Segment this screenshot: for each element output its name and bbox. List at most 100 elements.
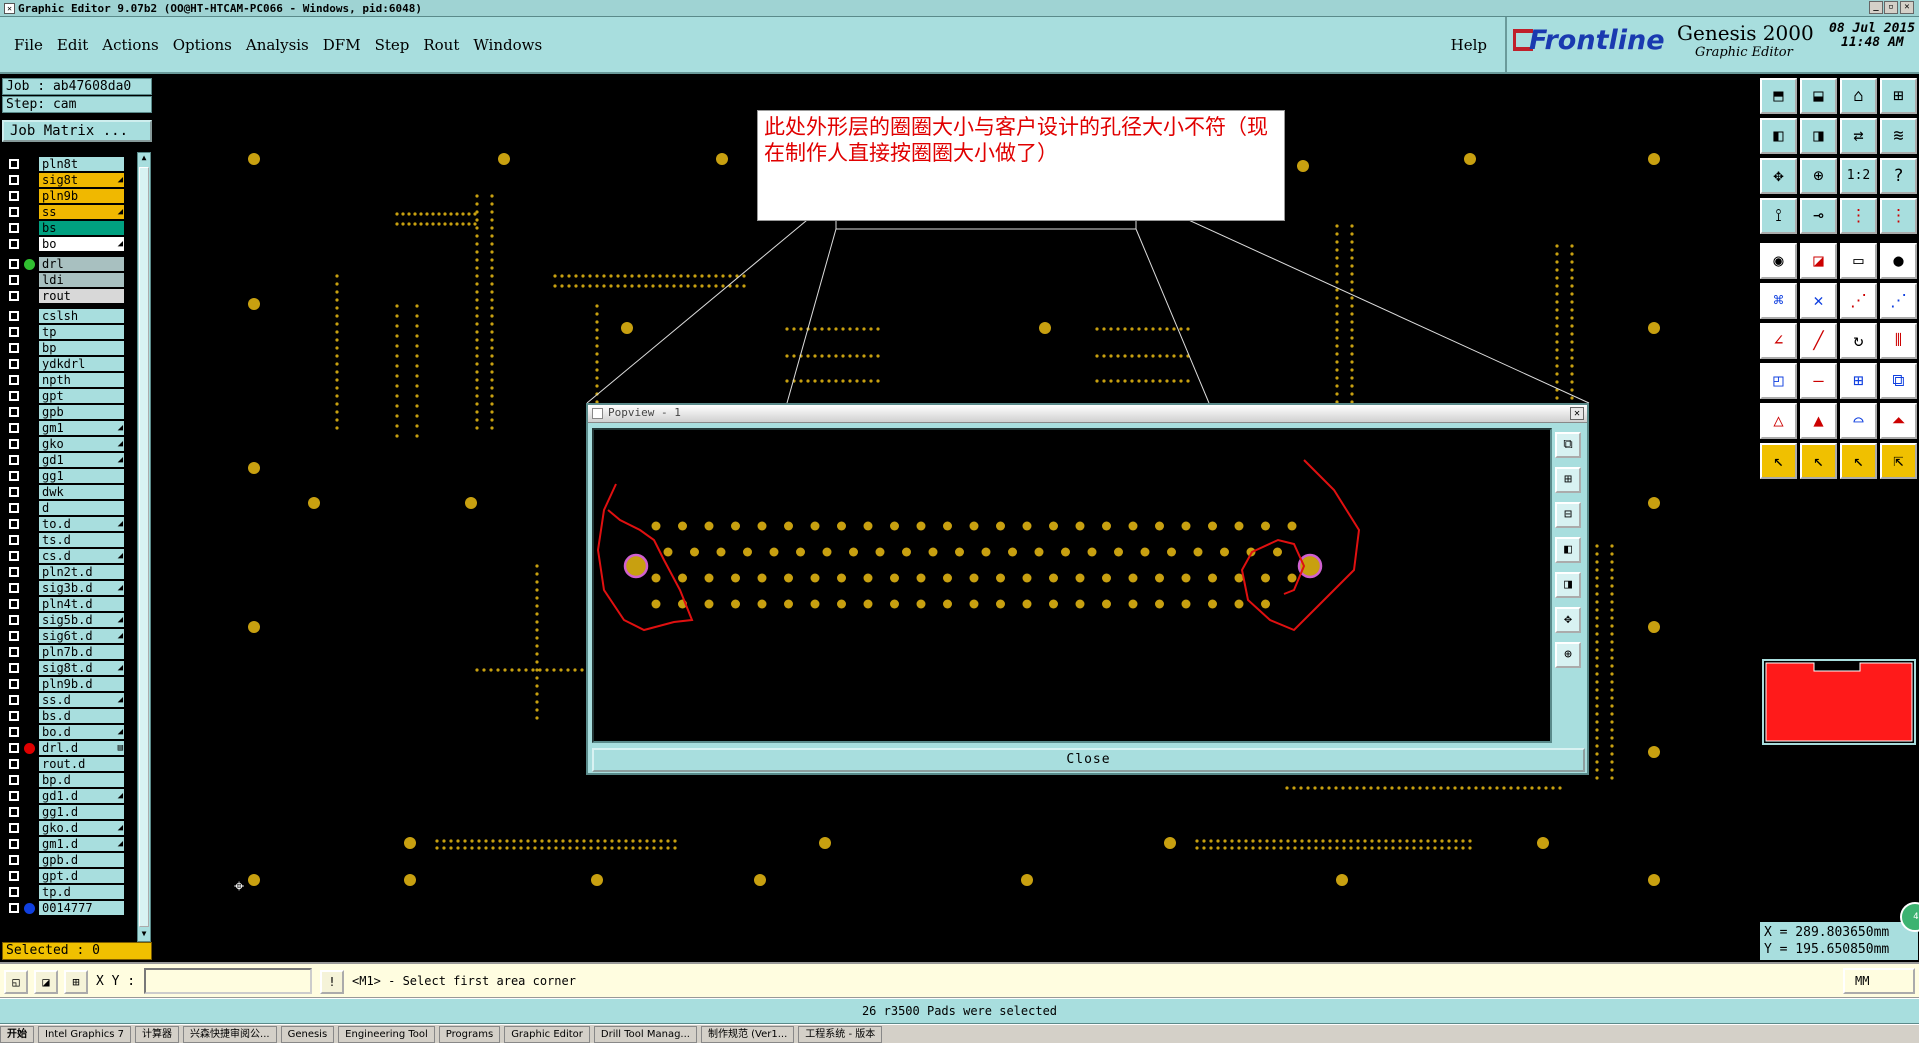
layer-name[interactable]: pln2t.d [39, 565, 124, 579]
layer-checkbox[interactable] [9, 503, 19, 513]
zoom-extent-icon[interactable]: ✥ [1760, 158, 1797, 194]
layer-row[interactable]: 0014777 [2, 900, 135, 916]
layer-row[interactable]: pln9b [2, 188, 135, 204]
measure-icon[interactable]: ⟟ [1760, 198, 1797, 234]
home-icon[interactable]: ⌂ [1840, 78, 1877, 114]
layer-name[interactable]: sig8t.d ◢ [39, 661, 124, 675]
layer-checkbox[interactable] [9, 727, 19, 737]
layer-name[interactable]: sig6t.d ◢ [39, 629, 124, 643]
layer-name[interactable]: pln9b.d [39, 677, 124, 691]
layer-name[interactable]: gpb [39, 405, 124, 419]
taskbar-item[interactable]: 工程系统 - 版本 [798, 1025, 883, 1043]
minus-icon[interactable]: — [1800, 363, 1837, 399]
layer-checkbox[interactable] [9, 711, 19, 721]
layer-checkbox[interactable] [9, 259, 19, 269]
layer-name[interactable]: 0014777 [39, 901, 124, 915]
layer-name[interactable]: d [39, 501, 124, 515]
display-icon[interactable]: ⬒ [1760, 78, 1797, 114]
start-button[interactable]: 开始 [0, 1025, 34, 1043]
layer-row[interactable]: tp [2, 324, 135, 340]
measure-mode-icon[interactable]: ◪ [34, 970, 58, 994]
close-window-icon[interactable]: ✕ [1900, 1, 1914, 14]
layer-name[interactable]: sig5b.d ◢ [39, 613, 124, 627]
layer-name[interactable]: drl [39, 257, 124, 271]
layer-name[interactable]: bo.d ◢ [39, 725, 124, 739]
layer-row[interactable]: gko.d ◢ [2, 820, 135, 836]
layer-name[interactable]: rout [39, 289, 124, 303]
layer-checkbox[interactable] [9, 775, 19, 785]
layer-checkbox[interactable] [9, 647, 19, 657]
measure-bar-icon[interactable]: ▭ [1840, 243, 1877, 279]
rotate-icon[interactable]: ↻ [1840, 323, 1877, 359]
layer-row[interactable]: gd1 ◢ [2, 452, 135, 468]
layer-checkbox[interactable] [9, 487, 19, 497]
pad-tool-icon[interactable]: ◉ [1760, 243, 1797, 279]
layer-name[interactable]: npth [39, 373, 124, 387]
layer-name[interactable]: bs.d [39, 709, 124, 723]
pan-icon[interactable]: ✥ [1555, 607, 1581, 633]
units-selector[interactable]: MM [1843, 968, 1915, 994]
mirror-icon[interactable]: ⫴ [1880, 323, 1917, 359]
layer-row[interactable]: gko ◢ [2, 436, 135, 452]
layer-checkbox[interactable] [9, 311, 19, 321]
layer-row[interactable]: sig8t ◢ [2, 172, 135, 188]
layer-checkbox[interactable] [9, 855, 19, 865]
layer-stack-icon[interactable]: ⋮ [1880, 198, 1917, 234]
layer-row[interactable]: tp.d [2, 884, 135, 900]
select-mode-icon[interactable]: ◱ [4, 970, 28, 994]
layer-name[interactable]: gpt.d [39, 869, 124, 883]
pointer-edit-icon[interactable]: ↖ [1840, 443, 1877, 479]
arc-icon[interactable]: ⌓ [1840, 403, 1877, 439]
layer-checkbox[interactable] [9, 407, 19, 417]
menu-edit[interactable]: Edit [57, 36, 88, 54]
layer-row[interactable]: pln4t.d [2, 596, 135, 612]
layer-name[interactable]: tp.d [39, 885, 124, 899]
layer-checkbox[interactable] [9, 375, 19, 385]
layer-row[interactable]: gpb [2, 404, 135, 420]
layer-checkbox[interactable] [9, 391, 19, 401]
layer-row[interactable]: pln7b.d [2, 644, 135, 660]
layer-checkbox[interactable] [9, 807, 19, 817]
grid-view-icon[interactable]: ⊞ [1880, 78, 1917, 114]
layer-name[interactable]: gg1 [39, 469, 124, 483]
layer-row[interactable]: gpb.d [2, 852, 135, 868]
pointer-move-icon[interactable]: ⇱ [1880, 443, 1917, 479]
layer-checkbox[interactable] [9, 551, 19, 561]
node-icon[interactable]: ⋰ [1840, 283, 1877, 319]
scroll-up-icon[interactable]: ▲ [138, 153, 150, 165]
layer-row[interactable]: gg1 [2, 468, 135, 484]
layer-checkbox[interactable] [9, 839, 19, 849]
layer-row[interactable]: sig6t.d ◢ [2, 628, 135, 644]
split-icon[interactable]: ⊞ [1840, 363, 1877, 399]
layer-row[interactable]: rout [2, 288, 135, 304]
taskbar-item[interactable]: Engineering Tool [338, 1025, 435, 1043]
slash-icon[interactable]: ╱ [1800, 323, 1837, 359]
layer-name[interactable]: pln7b.d [39, 645, 124, 659]
copy-icon[interactable]: ⧉ [1880, 363, 1917, 399]
popview-close-button[interactable]: Close [592, 748, 1585, 772]
line-tool-icon[interactable]: ◪ [1800, 243, 1837, 279]
layer-checkbox[interactable] [9, 223, 19, 233]
layer-name[interactable]: pln4t.d [39, 597, 124, 611]
taskbar-item[interactable]: 计算器 [135, 1025, 180, 1043]
layer-name[interactable]: tp [39, 325, 124, 339]
layer-checkbox[interactable] [9, 567, 19, 577]
layer-checkbox[interactable] [9, 191, 19, 201]
prev-view-icon[interactable]: ◧ [1760, 118, 1797, 154]
layer-row[interactable]: bo.d ◢ [2, 724, 135, 740]
layer-checkbox[interactable] [9, 159, 19, 169]
layer-name[interactable]: bs [39, 221, 124, 235]
zoom-fit-icon[interactable]: ⧉ [1555, 432, 1581, 458]
warning-icon[interactable]: ! [320, 970, 344, 994]
pointer-select-icon[interactable]: ↖ [1800, 443, 1837, 479]
layer-row[interactable]: to.d ◢ [2, 516, 135, 532]
menu-rout[interactable]: Rout [423, 36, 459, 54]
layer-row[interactable]: bs.d [2, 708, 135, 724]
zoom-area-icon[interactable]: ⊕ [1800, 158, 1837, 194]
layer-name[interactable]: cs.d ◢ [39, 549, 124, 563]
layer-checkbox[interactable] [9, 239, 19, 249]
popview-title-bar[interactable]: Popview - 1 [588, 405, 1587, 423]
layer-checkbox[interactable] [9, 207, 19, 217]
layer-name[interactable]: gko ◢ [39, 437, 124, 451]
layer-name[interactable]: bp.d [39, 773, 124, 787]
